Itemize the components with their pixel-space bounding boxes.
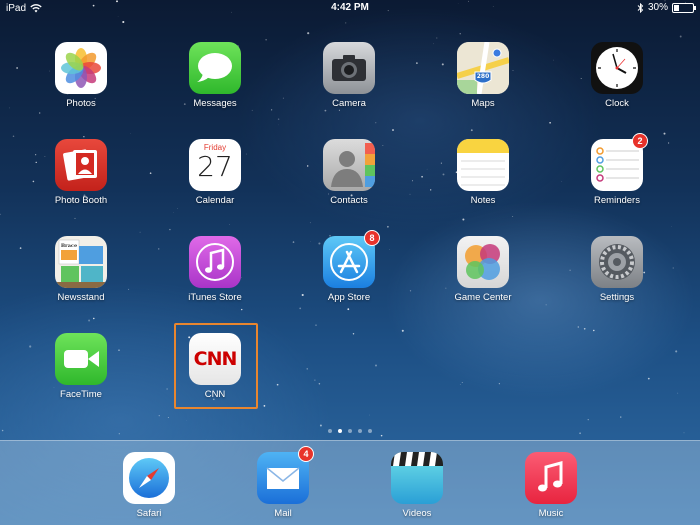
notification-badge: 8 [364,230,380,246]
app-label: Clock [605,98,629,109]
app-label: Calendar [195,195,235,206]
app-reminders[interactable]: 2 Reminders [572,133,662,219]
app-label: Camera [332,98,366,109]
facetime-icon [55,333,107,385]
messages-icon [189,42,241,94]
photo-booth-icon [55,139,107,191]
photos-icon [55,42,107,94]
newsstand-icon: Brace [55,236,107,288]
game-center-icon [457,236,509,288]
app-maps[interactable]: 280 Maps [438,42,528,122]
maps-icon: 280 [457,42,509,94]
itunes-store-icon [189,236,241,288]
app-label: Safari [136,508,162,519]
app-label: Contacts [330,195,368,206]
calendar-icon: Friday 27 [189,139,241,191]
app-label: App Store [327,292,371,303]
battery-icon [672,2,696,13]
page-dot[interactable] [368,429,372,433]
app-label: Music [538,508,564,519]
selection-highlight [174,323,258,409]
contacts-icon [323,139,375,191]
battery-fill [674,4,680,11]
app-label: Photos [66,98,96,109]
notification-badge: 2 [632,133,648,149]
app-calendar[interactable]: Friday 27 Calendar [170,139,260,219]
settings-icon [591,236,643,288]
page-dot[interactable] [348,429,352,433]
app-label: iTunes Store [188,292,242,303]
app-label: Maps [471,98,495,109]
app-photos[interactable]: Photos [36,42,126,122]
app-label: Newsstand [57,292,105,303]
dock-app-music[interactable]: Music [506,452,596,525]
app-label: Game Center [454,292,512,303]
app-messages[interactable]: Messages [170,42,260,122]
app-label: Settings [599,292,635,303]
notification-badge: 4 [298,446,314,462]
bluetooth-icon [637,2,644,13]
app-photo-booth[interactable]: Photo Booth [36,139,126,219]
app-label: Photo Booth [54,195,108,206]
status-time: 4:42 PM [331,2,369,13]
clock-icon [591,42,643,94]
app-game-center[interactable]: Game Center [438,236,528,316]
dock-app-videos[interactable]: Videos [372,452,462,525]
app-contacts[interactable]: Contacts [304,139,394,219]
app-label: Notes [470,195,496,206]
app-label: FaceTime [60,389,102,400]
app-facetime[interactable]: FaceTime [36,333,126,413]
page-dot[interactable] [358,429,362,433]
safari-icon [123,452,175,504]
app-itunes-store[interactable]: iTunes Store [170,236,260,316]
app-clock[interactable]: Clock [572,42,662,122]
calendar-day-number: 27 [197,150,233,183]
app-settings[interactable]: Settings [572,236,662,316]
app-label: Videos [402,508,432,519]
dock-app-safari[interactable]: Safari [104,452,194,525]
videos-icon [391,452,443,504]
app-label: Messages [193,98,237,109]
dock-app-mail[interactable]: 4 Mail [238,446,328,525]
page-dot[interactable] [338,429,342,433]
app-camera[interactable]: Camera [304,42,394,122]
maps-sign-number: 280 [477,73,490,80]
newsstand-magazine-title: Brace [61,243,77,249]
app-label: Mail [274,508,292,519]
battery-percent: 30% [647,2,668,13]
app-newsstand[interactable]: Brace Newsstand [36,236,126,316]
app-label: Reminders [594,195,640,206]
music-icon [525,452,577,504]
notes-icon [457,139,509,191]
camera-icon [323,42,375,94]
app-notes[interactable]: Notes [438,139,528,219]
page-dot[interactable] [328,429,332,433]
page-indicator[interactable] [0,429,700,433]
status-bar: iPad 4:42 PM 30% [0,0,700,16]
app-app-store[interactable]: 8 App Store [304,230,394,316]
